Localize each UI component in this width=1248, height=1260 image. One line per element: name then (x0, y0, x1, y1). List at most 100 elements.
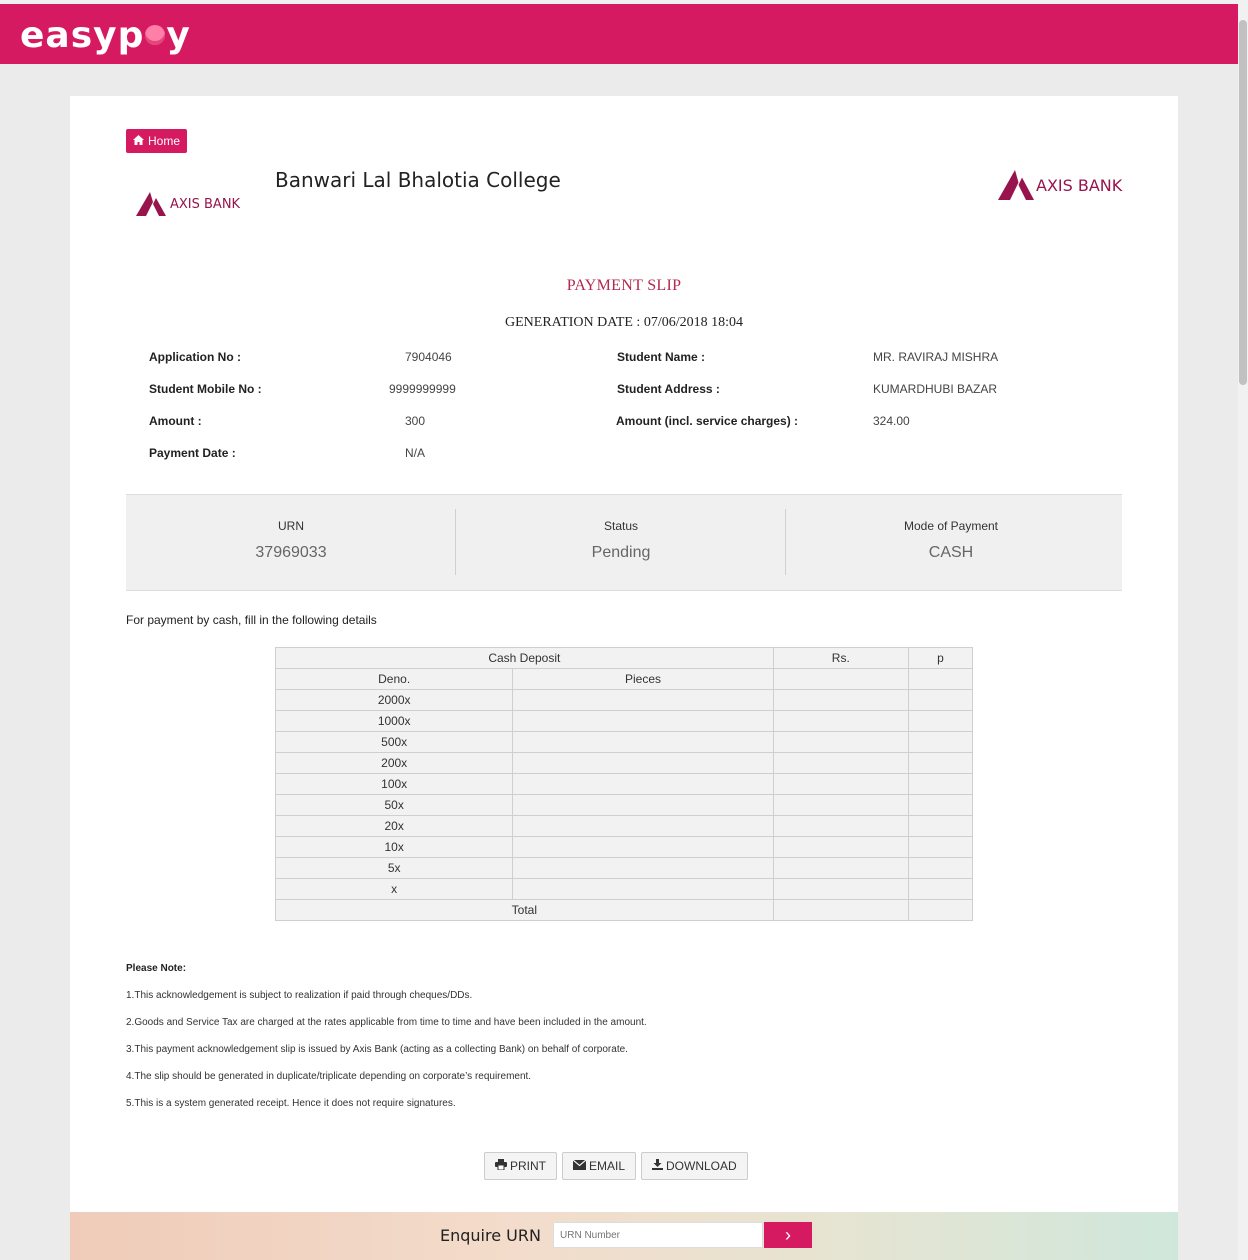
bank-name-left: AXIS BANK (170, 196, 241, 212)
table-row: x (274, 878, 974, 900)
p-cell (907, 752, 974, 774)
p-cell (907, 773, 974, 795)
deno-cell: 50x (274, 794, 514, 816)
rs-cell (772, 794, 909, 816)
home-button[interactable]: Home (126, 129, 188, 153)
rs-cell (772, 899, 909, 921)
deno-cell: x (274, 878, 514, 900)
mode-label: Mode of Payment (903, 519, 999, 533)
deno-cell: 1000x (274, 710, 514, 732)
status-block: Status Pending (456, 495, 786, 590)
rs-cell (772, 878, 909, 900)
mode-value: CASH (928, 544, 974, 561)
top-header: easyp y (0, 0, 1238, 64)
total-label: Total (275, 899, 774, 921)
payment-date-value: N/A (405, 446, 426, 460)
rs-cell (772, 815, 909, 837)
generation-date: GENERATION DATE : 07/06/2018 18:04 (505, 315, 743, 330)
p-cell (907, 731, 974, 753)
slip-title: PAYMENT SLIP (566, 277, 682, 294)
pieces-cell (512, 773, 774, 795)
p-cell (907, 668, 974, 690)
rs-cell (772, 668, 909, 690)
print-label: PRINT (510, 1159, 546, 1173)
rs-header: Rs. (772, 647, 909, 669)
rs-cell (772, 857, 909, 879)
deno-cell: 500x (274, 731, 514, 753)
mobile-no-value: 9999999999 (389, 382, 456, 396)
axis-bank-logo-icon (998, 170, 1034, 200)
rs-cell (772, 836, 909, 858)
pieces-cell (512, 815, 774, 837)
rs-cell (772, 710, 909, 732)
p-cell (907, 689, 974, 711)
address-label: Student Address : (617, 382, 720, 396)
deno-cell: 100x (274, 773, 514, 795)
enquire-label: Enquire URN (440, 1226, 541, 1245)
download-icon (652, 1159, 664, 1173)
table-row: Cash Deposit Rs. p (275, 647, 974, 669)
table-row: 50x (274, 794, 974, 816)
deno-cell: 2000x (274, 689, 514, 711)
note-item: 2.Goods and Service Tax are charged at t… (126, 1017, 647, 1028)
table-row: 2000x (274, 689, 974, 711)
note-item: 1.This acknowledgement is subject to rea… (126, 990, 473, 1001)
payment-slip-card: Home AXIS BANK Banwari Lal Bhalotia Coll… (70, 96, 1178, 1260)
pieces-cell (512, 689, 774, 711)
amount-incl-label: Amount (incl. service charges) : (616, 414, 799, 428)
deno-header: Deno. (274, 668, 514, 690)
payment-date-label: Payment Date : (149, 446, 236, 460)
pieces-cell (512, 752, 774, 774)
address-value: KUMARDHUBI BAZAR (873, 382, 998, 396)
easypay-logo[interactable]: easyp y (20, 16, 191, 56)
scrollbar-thumb[interactable] (1239, 20, 1247, 385)
status-value: Pending (591, 544, 651, 561)
p-cell (907, 710, 974, 732)
mode-block: Mode of Payment CASH (786, 495, 1116, 590)
p-cell (907, 836, 974, 858)
note-item: 4.The slip should be generated in duplic… (126, 1071, 532, 1082)
download-button[interactable]: DOWNLOAD (641, 1152, 748, 1180)
rs-cell (772, 689, 909, 711)
p-cell (907, 878, 974, 900)
amount-label: Amount : (149, 414, 202, 428)
print-button[interactable]: PRINT (484, 1152, 557, 1180)
status-label: Status (603, 519, 639, 533)
email-button[interactable]: EMAIL (562, 1152, 637, 1180)
table-row: Deno. Pieces (274, 668, 974, 690)
table-row: 100x (274, 773, 974, 795)
pieces-cell (512, 836, 774, 858)
application-no-value: 7904046 (405, 350, 452, 364)
deno-cell: 20x (274, 815, 514, 837)
amount-incl-value: 324.00 (873, 414, 910, 428)
p-cell (907, 857, 974, 879)
p-cell (907, 794, 974, 816)
axis-bank-logo-right: AXIS BANK (998, 170, 1122, 200)
notes-title: Please Note: (126, 963, 187, 974)
email-label: EMAIL (589, 1159, 626, 1173)
scrollbar[interactable] (1238, 0, 1248, 1260)
deno-cell: 200x (274, 752, 514, 774)
rs-cell (772, 731, 909, 753)
table-row: 20x (274, 815, 974, 837)
urn-block: URN 37969033 (126, 495, 456, 590)
mobile-no-label: Student Mobile No : (149, 382, 262, 396)
deno-cell: 10x (274, 836, 514, 858)
table-row: 500x (274, 731, 974, 753)
pieces-header: Pieces (512, 668, 774, 690)
print-icon (495, 1159, 507, 1173)
cash-deposit-table: Cash Deposit Rs. p Deno. Pieces 2000x 10… (274, 647, 974, 921)
application-no-label: Application No : (149, 350, 241, 364)
bank-name-right: AXIS BANK (1036, 175, 1123, 195)
p-cell (907, 899, 974, 921)
rs-cell (772, 773, 909, 795)
urn-input[interactable] (553, 1222, 763, 1248)
home-icon (133, 129, 144, 153)
enquire-submit-button[interactable]: › (764, 1222, 812, 1248)
pieces-cell (512, 794, 774, 816)
home-label: Home (148, 134, 181, 148)
student-name-value: MR. RAVIRAJ MISHRA (873, 350, 999, 364)
rs-cell (772, 752, 909, 774)
table-row: Total (275, 899, 974, 921)
download-label: DOWNLOAD (666, 1159, 737, 1173)
